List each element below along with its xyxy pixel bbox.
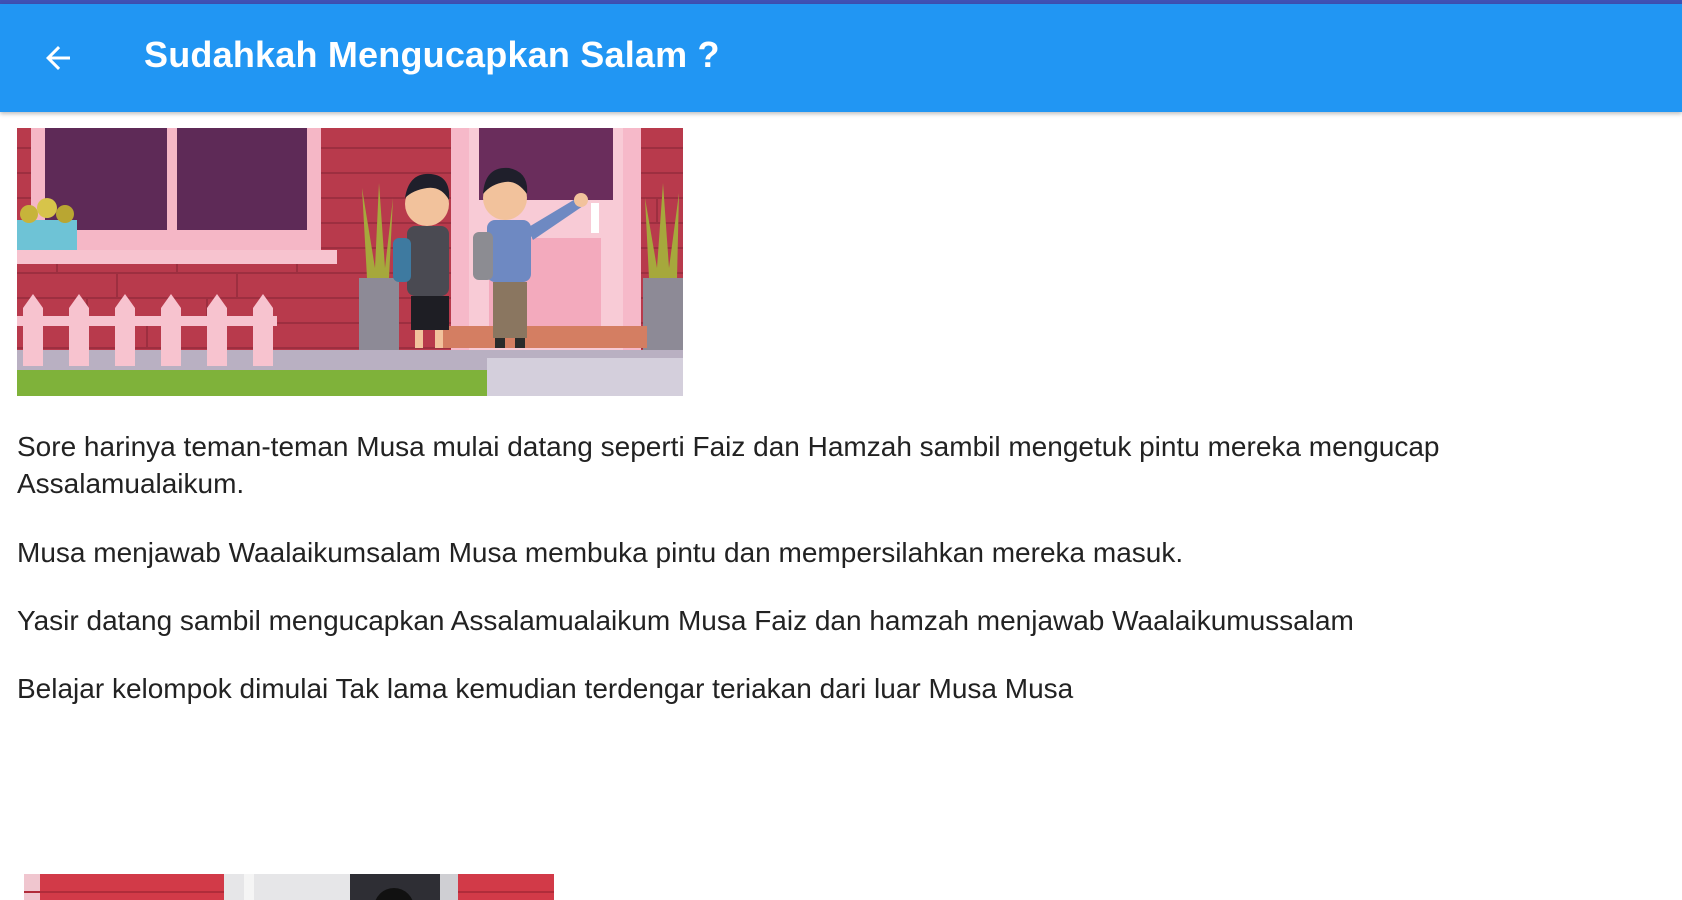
story-content: Sore harinya teman-teman Musa mulai data…: [0, 112, 1682, 900]
app-bar: Sudahkah Mengucapkan Salam ?: [0, 4, 1682, 112]
page-title: Sudahkah Mengucapkan Salam ?: [144, 34, 720, 75]
arrow-left-icon: [46, 46, 70, 70]
back-button[interactable]: [30, 30, 86, 86]
story-paragraph-4: Belajar kelompok dimulai Tak lama kemudi…: [17, 673, 1074, 704]
next-scene-partial-image: [24, 874, 554, 900]
story-paragraph-3: Yasir datang sambil mengucapkan Assalamu…: [17, 605, 1354, 636]
story-paragraph-1: Sore harinya teman-teman Musa mulai data…: [17, 431, 1440, 499]
scene-children-at-door-image: [17, 128, 683, 396]
story-paragraph-2: Musa menjawab Waalaikumsalam Musa membuk…: [17, 537, 1184, 568]
